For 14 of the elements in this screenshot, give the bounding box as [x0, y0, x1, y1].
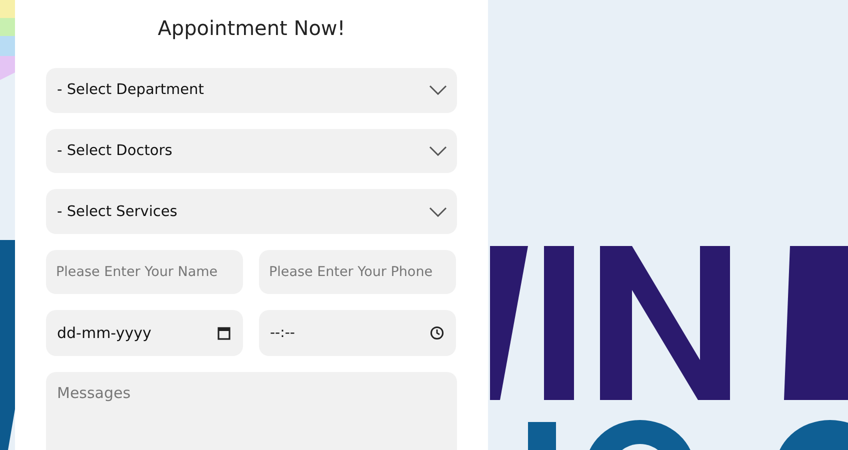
- form-title: Appointment Now!: [156, 15, 346, 42]
- chevron-down-icon: [429, 85, 447, 96]
- input-field[interactable]: Please Enter Your Phone: [259, 250, 456, 294]
- dropdown[interactable]: - Select Doctors: [46, 128, 457, 174]
- message-field[interactable]: Messages: [46, 372, 457, 450]
- dropdown[interactable]: - Select Department: [46, 68, 457, 113]
- chevron-down-icon: [429, 146, 447, 156]
- chevron-down-icon: [429, 206, 447, 217]
- time-field[interactable]: --:--: [259, 310, 456, 356]
- input-field[interactable]: Please Enter Your Name: [46, 250, 243, 294]
- date-field[interactable]: dd-mm-yyyy: [46, 310, 243, 356]
- dropdown[interactable]: - Select Services: [46, 189, 457, 234]
- calendar-icon: [217, 326, 231, 340]
- clock-icon: [430, 326, 444, 340]
